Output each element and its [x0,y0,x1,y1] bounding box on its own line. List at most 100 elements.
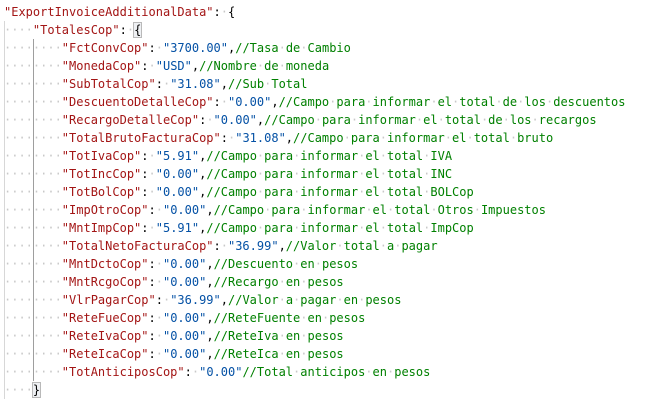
space-dot: · [155,347,163,361]
code-line[interactable]: ········"MntDctoCop":·"0.00",//Descuento… [4,255,654,273]
json-value: "0.00" [155,185,200,199]
code-line[interactable]: ········"TotalBrutoFacturaCop":·"31.08",… [4,129,654,147]
json-value: "0.00" [162,347,207,361]
json-key: "ReteFueCop" [61,311,149,325]
code-line[interactable]: ········"TotIncCop":·"0.00",//Campo·para… [4,165,654,183]
colon: : [141,167,149,181]
json-key: "ExportInvoiceAdditionalData" [4,5,214,19]
comment: //Valor·a·pagar·en·pesos [228,293,402,307]
comment: //Nombre·de·moneda [199,59,330,73]
space-dot: · [206,113,214,127]
code-editor[interactable]: "ExportInvoiceAdditionalData":·{····"Tot… [0,0,654,402]
colon: : [220,131,228,145]
code-line[interactable]: ····"TotalesCop":·{ [4,21,654,39]
comment: //Campo·para·informar·el·total·IVA [206,149,453,163]
space-dot: · [155,257,163,271]
colon: : [148,311,156,325]
code-line[interactable]: ········"ReteFueCop":·"0.00",//ReteFuent… [4,309,654,327]
json-value: "31.08" [170,77,221,91]
comment: //Total·anticipos·en·pesos [242,365,431,379]
indent-guide [4,21,5,399]
colon: : [141,221,149,235]
code-line[interactable]: ········"ReteIcaCop":·"0.00",//ReteIca·e… [4,345,654,363]
json-value: "0.00" [199,365,243,379]
space-dot: · [148,221,156,235]
indent-whitespace: ···· [4,383,33,397]
separator: , [271,95,279,109]
json-key: "TotalBrutoFacturaCop" [61,131,221,145]
opening-brace: { [133,22,143,38]
comment: //ReteIva·en·pesos [213,329,344,343]
json-value: "0.00" [155,167,200,181]
comment: //Tasa·de·Cambio [235,41,351,55]
separator: , [220,77,228,91]
code-line[interactable]: ········"TotBolCop":·"0.00",//Campo·para… [4,183,654,201]
json-value: "31.08" [235,131,286,145]
comment: //Recargo·en·pesos [213,275,344,289]
json-value: "USD" [155,59,192,73]
colon: : [148,347,156,361]
json-key: "SubTotalCop" [61,77,156,91]
code-line[interactable]: "ExportInvoiceAdditionalData":·{ [4,3,654,21]
colon: : [184,365,192,379]
space-dot: · [155,329,163,343]
code-line[interactable]: ········"MntImpCop":·"5.91",//Campo·para… [4,219,654,237]
indent-guide [33,39,34,381]
json-value: "36.99" [170,293,221,307]
colon: : [141,185,149,199]
comment: //Campo·para·informar·el·total·ImpCop [206,221,474,235]
comment: //Campo·para·informar·el·total·INC [206,167,453,181]
code-line[interactable]: ········"ImpOtroCop":·"0.00",//Campo·par… [4,201,654,219]
comment: //ReteFuente·en·pesos [213,311,366,325]
comment: //ReteIca·en·pesos [213,347,344,361]
code-line[interactable]: ········"ReteIvaCop":·"0.00",//ReteIva·e… [4,327,654,345]
code-line[interactable]: ········"SubTotalCop":·"31.08",//Sub·Tot… [4,75,654,93]
code-line[interactable]: ········"TotalNetoFacturaCop":·"36.99",/… [4,237,654,255]
json-value: "0.00" [162,275,207,289]
code-line[interactable]: ········"MonedaCop":·"USD",//Nombre·de·m… [4,57,654,75]
comment: //Valor·total·a·pagar [285,239,438,253]
json-key: "TotBolCop" [61,185,142,199]
space-dot: · [191,365,200,379]
separator: , [206,203,214,217]
separator: , [206,275,214,289]
colon: : [155,77,163,91]
json-key: "MntDctoCop" [61,257,149,271]
space-dot: · [155,311,163,325]
comment: //Campo·para·informar·el·total·BOLCop [206,185,474,199]
comment: //Campo·para·informar·el·total·bruto [293,131,554,145]
colon: : [148,41,156,55]
separator: , [206,311,214,325]
json-value: "0.00" [227,95,272,109]
indent-whitespace: ···· [4,23,33,37]
json-key: "VlrPagarCop" [61,293,156,307]
code-line[interactable]: ····} [4,381,654,399]
space-dot: · [148,149,156,163]
colon: : [148,275,156,289]
colon: : [148,257,156,271]
json-key: "TotalesCop" [32,23,120,37]
space-dot: · [155,41,163,55]
space-dot: · [155,275,163,289]
colon: : [213,5,221,19]
space-dot: · [148,59,156,73]
json-key: "ReteIvaCop" [61,329,149,343]
code-line[interactable]: ········"TotIvaCop":·"5.91",//Campo·para… [4,147,654,165]
space-dot: · [220,95,228,109]
colon: : [148,329,156,343]
code-line[interactable]: ········"MntRcgoCop":·"0.00",//Recargo·e… [4,273,654,291]
space-dot: · [148,185,156,199]
comment: //Campo·para·informar·el·total·de·los·re… [264,113,597,127]
json-key: "MntRcgoCop" [61,275,149,289]
colon: : [148,203,156,217]
code-line[interactable]: ········"VlrPagarCop":·"36.99",//Valor·a… [4,291,654,309]
space-dot: · [220,5,228,19]
json-key: "TotalNetoFacturaCop" [61,239,214,253]
code-line[interactable]: ········"DescuentoDetalleCop":·"0.00",//… [4,93,654,111]
code-line[interactable]: ········"FctConvCop":·"3700.00",//Tasa·d… [4,39,654,57]
separator: , [285,131,294,145]
code-line[interactable]: ········"TotAnticiposCop":·"0.00"//Total… [4,363,654,381]
separator: , [220,293,228,307]
code-line[interactable]: ········"RecargoDetalleCop":·"0.00",//Ca… [4,111,654,129]
separator: , [206,257,214,271]
